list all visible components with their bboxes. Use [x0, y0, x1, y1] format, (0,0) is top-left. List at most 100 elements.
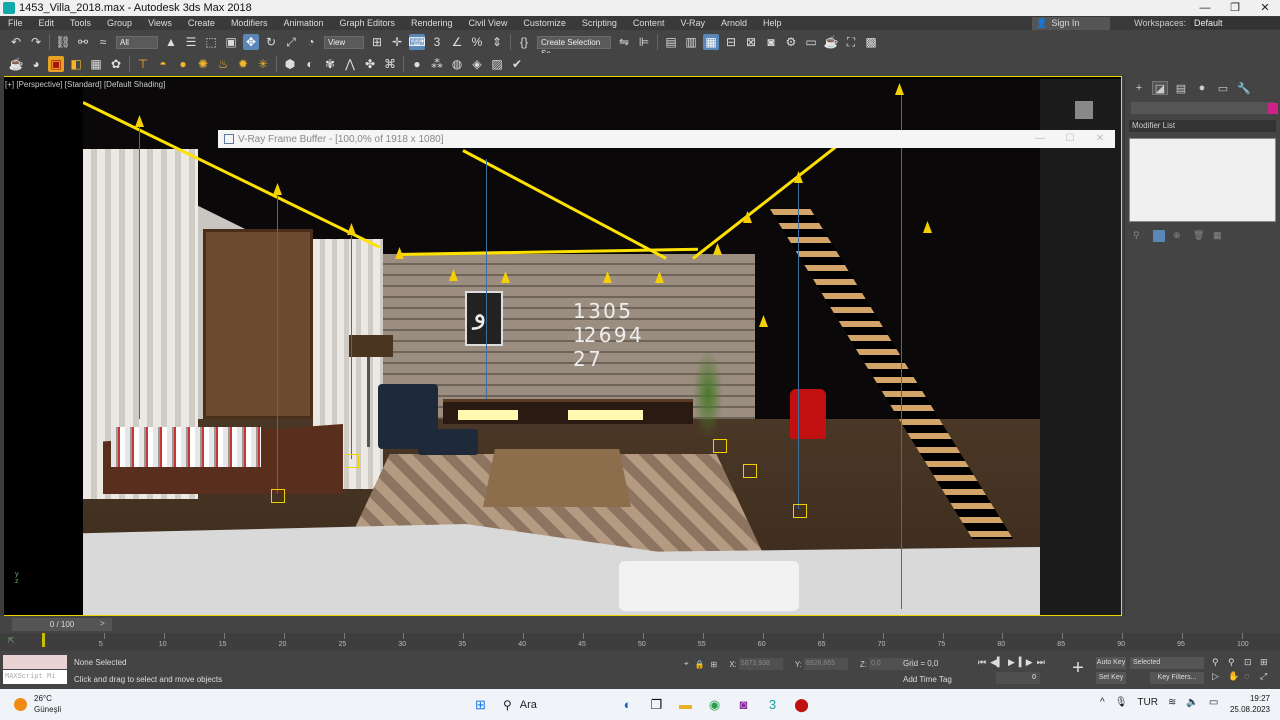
select-object-icon[interactable]: ▲	[163, 34, 179, 50]
orbit-icon[interactable]: ◌	[1244, 671, 1259, 682]
taskbar-clock[interactable]: 19:27 25.08.2023	[1230, 693, 1270, 715]
align-icon[interactable]: ⊫	[636, 34, 652, 50]
vray-plane-light-icon[interactable]: ⊤	[135, 56, 151, 72]
light-target-box[interactable]	[271, 489, 285, 503]
snaps-toggle-icon[interactable]: 3	[429, 34, 445, 50]
edit-named-selection-icon[interactable]: {}	[516, 34, 532, 50]
utilities-tab-icon[interactable]: 🔧	[1236, 81, 1252, 95]
object-name-field[interactable]	[1131, 102, 1278, 114]
select-by-name-icon[interactable]: ☰	[183, 34, 199, 50]
menu-civil-view[interactable]: Civil View	[461, 16, 516, 30]
record-icon[interactable]: ⬤	[787, 693, 816, 716]
scale-icon[interactable]: ⤢	[283, 34, 299, 50]
keyboard-shortcut-override-icon[interactable]: ⌨	[408, 34, 426, 50]
light-target-box[interactable]	[713, 439, 727, 453]
render-in-cloud-icon[interactable]: ▩	[863, 34, 879, 50]
window-crossing-icon[interactable]: ▣	[223, 34, 239, 50]
scene-explorer-icon[interactable]: ▤	[663, 34, 679, 50]
key-set-dropdown[interactable]: Selected	[1130, 657, 1204, 669]
vray-sphere-icon[interactable]: ◐	[302, 56, 318, 72]
light-target-box[interactable]	[743, 464, 757, 478]
make-unique-icon[interactable]: ⊕	[1173, 230, 1185, 242]
object-color-swatch[interactable]	[1268, 103, 1278, 114]
vray-sphere-fade-icon[interactable]: ●	[409, 56, 425, 72]
app-icon[interactable]: ◙	[729, 693, 758, 716]
rotate-icon[interactable]: ↻	[263, 34, 279, 50]
teapot-icon[interactable]: ☕	[8, 56, 24, 72]
spotlight-gizmo[interactable]	[713, 243, 722, 255]
restore-button[interactable]: ❐	[1220, 0, 1250, 16]
vray-checkmark-icon[interactable]: ✔	[509, 56, 525, 72]
viewcube-icon[interactable]	[1075, 101, 1093, 119]
reference-coordinate-dropdown[interactable]: View	[324, 35, 364, 49]
select-manipulate-icon[interactable]: ✛	[389, 34, 405, 50]
vray-clipper-icon[interactable]: ✤	[362, 56, 378, 72]
vray-mesh-light-icon[interactable]: ♨	[215, 56, 231, 72]
menu-views[interactable]: Views	[140, 16, 180, 30]
vray-dome-light-icon[interactable]: ◓	[155, 56, 171, 72]
menu-customize[interactable]: Customize	[515, 16, 574, 30]
vray-sun-icon[interactable]: ✹	[235, 56, 251, 72]
previous-frame-icon[interactable]: ◀▍	[990, 657, 1004, 668]
vray-bitmap-icon[interactable]: ⁂	[429, 56, 445, 72]
schematic-view-icon[interactable]: ⊠	[743, 34, 759, 50]
menu-edit[interactable]: Edit	[31, 16, 63, 30]
vray-fur-icon[interactable]: ✾	[322, 56, 338, 72]
menu-rendering[interactable]: Rendering	[403, 16, 461, 30]
material-editor-icon[interactable]: ◙	[763, 34, 779, 50]
time-slider-thumb[interactable]: 0 / 100	[12, 618, 112, 631]
sun-icon[interactable]	[14, 698, 27, 711]
spotlight-gizmo[interactable]	[923, 221, 932, 233]
menu-content[interactable]: Content	[625, 16, 673, 30]
add-time-tag[interactable]: Add Time Tag	[903, 675, 952, 684]
pin-stack-icon[interactable]: ⚲	[1133, 230, 1145, 242]
vray-render-icon[interactable]: ◕	[28, 56, 44, 72]
next-frame-arrow-icon[interactable]: >	[100, 619, 105, 628]
spinner-snap-icon[interactable]: ⇕	[489, 34, 505, 50]
set-key-button[interactable]: Set Key	[1096, 672, 1126, 684]
undo-icon[interactable]: ↶	[8, 34, 24, 50]
mirror-icon[interactable]: ⇋	[616, 34, 632, 50]
zoom-icon[interactable]: ⚲	[1212, 657, 1227, 668]
link-icon[interactable]: ⛓	[55, 34, 71, 50]
move-icon[interactable]: ✥	[243, 34, 259, 50]
rect-selection-icon[interactable]: ⬚	[203, 34, 219, 50]
modifier-list-dropdown[interactable]: Modifier List	[1129, 120, 1276, 132]
hierarchy-tab-icon[interactable]: ▤	[1173, 81, 1189, 95]
language-indicator[interactable]: TUR	[1137, 697, 1158, 708]
spotlight-gizmo[interactable]	[895, 83, 904, 95]
play-icon[interactable]: ▶	[1008, 657, 1015, 668]
spotlight-gizmo[interactable]	[347, 223, 356, 235]
maxscript-mini-listener[interactable]: MAXScript Mi	[3, 670, 67, 684]
menu-vray[interactable]: V-Ray	[672, 16, 713, 30]
set-key-mode-icon[interactable]: +	[1066, 657, 1090, 681]
modifier-stack[interactable]	[1129, 138, 1276, 222]
menu-file[interactable]: File	[0, 16, 31, 30]
chrome-icon[interactable]: ◉	[700, 693, 729, 716]
go-to-start-icon[interactable]: ⏮	[978, 657, 986, 668]
selection-filter-dropdown[interactable]: All	[116, 35, 158, 49]
track-bar[interactable]: ⇱ 5 10 15 20 25 30 35 40 45 50 55 60 65 70 75 80 85 90 95 1…	[0, 633, 1280, 651]
field-of-view-icon[interactable]: ▷	[1212, 671, 1227, 682]
vray-plane-icon[interactable]: ⋀	[342, 56, 358, 72]
pivot-center-icon[interactable]: ⊞	[369, 34, 385, 50]
next-frame-icon[interactable]: ▍▶	[1019, 657, 1033, 668]
menu-animation[interactable]: Animation	[275, 16, 331, 30]
light-target-box[interactable]	[345, 454, 359, 468]
go-to-end-icon[interactable]: ⏭	[1037, 657, 1045, 668]
layer-explorer-icon[interactable]: ▥	[683, 34, 699, 50]
menu-group[interactable]: Group	[99, 16, 140, 30]
vfb-close-button[interactable]: ✕	[1085, 130, 1115, 148]
place-icon[interactable]: ◔	[303, 34, 319, 50]
render-iterative-icon[interactable]: ⛶	[843, 34, 859, 50]
bind-space-warp-icon[interactable]: ≈	[95, 34, 111, 50]
minimize-button[interactable]: —	[1190, 0, 1220, 16]
menu-modifiers[interactable]: Modifiers	[223, 16, 276, 30]
vfb-maximize-button[interactable]: ☐	[1055, 130, 1085, 148]
file-explorer-icon[interactable]: ▬	[671, 693, 700, 716]
vray-frame-buffer-titlebar[interactable]: V-Ray Frame Buffer - [100,0% of 1918 x 1…	[218, 130, 1115, 148]
zoom-all-icon[interactable]: ⚲	[1228, 657, 1243, 668]
maximize-viewport-icon[interactable]: ⤢	[1260, 671, 1275, 682]
vray-proxy-object-icon[interactable]: ⬢	[282, 56, 298, 72]
close-button[interactable]: ✕	[1250, 0, 1280, 16]
